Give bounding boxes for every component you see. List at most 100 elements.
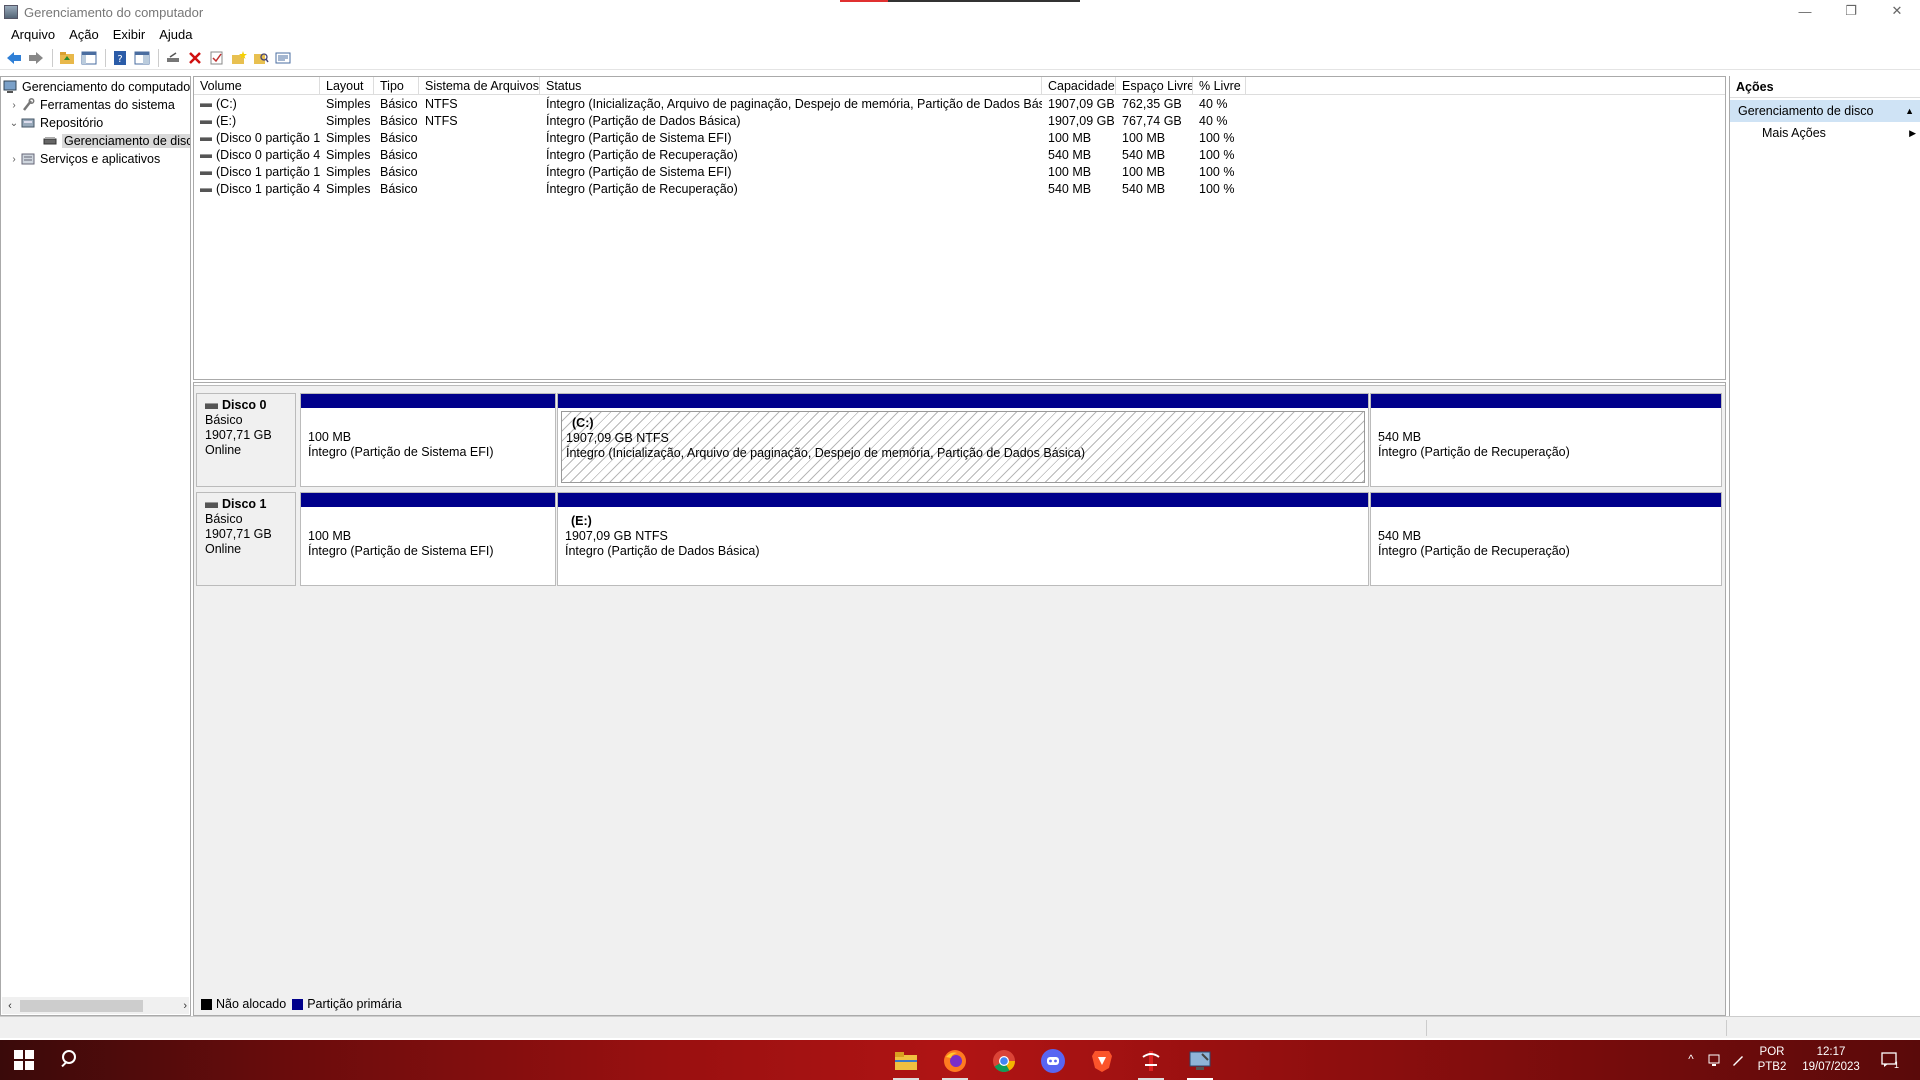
- file-explorer-icon[interactable]: [891, 1046, 921, 1080]
- tree-item-gerenciamento-disco[interactable]: Gerenciamento de disco: [43, 132, 190, 150]
- table-row[interactable]: (Disco 0 partição 4) Simples Básico Ínte…: [194, 147, 1725, 164]
- column-header-tipo[interactable]: Tipo: [374, 77, 419, 95]
- column-header-capacidade[interactable]: Capacidade: [1042, 77, 1116, 95]
- menu-ajuda[interactable]: Ajuda: [152, 27, 199, 42]
- chevron-right-icon: ▶: [1909, 128, 1916, 138]
- disk-icon: [205, 402, 218, 409]
- disk-name: Disco 0: [222, 398, 267, 412]
- disk-icon: [205, 501, 218, 508]
- cell-tipo: Básico: [380, 131, 418, 145]
- disk-info[interactable]: Disco 1 Básico 1907,71 GB Online: [196, 492, 296, 586]
- connect-drive-icon[interactable]: [163, 48, 183, 68]
- clock[interactable]: 12:17 19/07/2023: [1794, 1040, 1868, 1080]
- scroll-left-icon[interactable]: ‹: [2, 1000, 18, 1012]
- windows-start-icon[interactable]: [14, 1050, 34, 1070]
- collapse-up-icon[interactable]: ▲: [1905, 100, 1914, 122]
- tree-item-ferramentas[interactable]: › Ferramentas do sistema: [7, 96, 174, 114]
- more-actions-item[interactable]: Mais Ações ▶: [1730, 122, 1920, 144]
- column-header-percent-livre[interactable]: % Livre: [1193, 77, 1246, 95]
- partition-bar: [301, 493, 555, 507]
- chevron-up-icon[interactable]: ^: [1680, 1040, 1702, 1080]
- table-row[interactable]: (Disco 1 partição 1) Simples Básico Ínte…: [194, 164, 1725, 181]
- partition-recovery[interactable]: 540 MB Íntegro (Partição de Recuperação): [1370, 492, 1722, 586]
- scroll-right-icon[interactable]: ›: [183, 1000, 187, 1012]
- partition-efi[interactable]: 100 MB Íntegro (Partição de Sistema EFI): [300, 393, 556, 487]
- tree-horizontal-scrollbar[interactable]: ‹ ›: [2, 997, 189, 1014]
- column-header-sistema-arquivos[interactable]: Sistema de Arquivos: [419, 77, 540, 95]
- column-header-espaco-livre[interactable]: Espaço Livre: [1116, 77, 1193, 95]
- language-indicator[interactable]: POR PTB2: [1752, 1040, 1792, 1080]
- menu-acao[interactable]: Ação: [62, 27, 106, 42]
- chrome-icon[interactable]: [989, 1046, 1019, 1076]
- partition-c[interactable]: (C:) 1907,09 GB NTFS Íntegro (Inicializa…: [557, 393, 1369, 487]
- restore-button[interactable]: ❐: [1828, 0, 1874, 22]
- table-row[interactable]: (E:) Simples Básico NTFS Íntegro (Partiç…: [194, 113, 1725, 130]
- legend-swatch-primary: [292, 998, 304, 1010]
- delete-icon[interactable]: [185, 48, 205, 68]
- cell-espaco-livre: 767,74 GB: [1122, 114, 1182, 128]
- menu-arquivo[interactable]: Arquivo: [4, 27, 62, 42]
- help-icon[interactable]: ?: [110, 48, 130, 68]
- computer-management-icon: [4, 5, 18, 19]
- table-row[interactable]: (C:) Simples Básico NTFS Íntegro (Inicia…: [194, 96, 1725, 113]
- chevron-down-icon[interactable]: ⌄: [7, 118, 21, 129]
- new-folder-icon[interactable]: [229, 48, 249, 68]
- partition-status: Íntegro (Partição de Sistema EFI): [308, 445, 494, 459]
- network-icon[interactable]: [1702, 1040, 1726, 1080]
- close-button[interactable]: ✕: [1874, 0, 1920, 22]
- toolbar: ?: [0, 46, 1920, 70]
- table-row[interactable]: (Disco 0 partição 1) Simples Básico Ínte…: [194, 130, 1725, 147]
- partition-efi[interactable]: 100 MB Íntegro (Partição de Sistema EFI): [300, 492, 556, 586]
- cell-volume: (Disco 1 partição 1): [194, 164, 320, 181]
- partition-bar: [558, 493, 1368, 507]
- list-view-icon[interactable]: [273, 48, 293, 68]
- back-icon[interactable]: [4, 48, 24, 68]
- disk-info[interactable]: Disco 0 Básico 1907,71 GB Online: [196, 393, 296, 487]
- partition-e[interactable]: (E:) 1907,09 GB NTFS Íntegro (Partição d…: [557, 492, 1369, 586]
- minimize-button[interactable]: —: [1782, 0, 1828, 22]
- check-properties-icon[interactable]: [207, 48, 227, 68]
- pen-icon[interactable]: [1726, 1040, 1750, 1080]
- firefox-icon[interactable]: [940, 1046, 970, 1080]
- partition-recovery[interactable]: 540 MB Íntegro (Partição de Recuperação): [1370, 393, 1722, 487]
- actions-section-label: Gerenciamento de disco: [1738, 104, 1874, 118]
- partition-status: Íntegro (Partição de Recuperação): [1378, 544, 1570, 558]
- forward-icon[interactable]: [26, 48, 46, 68]
- tree-item-repositorio[interactable]: ⌄ Repositório: [7, 114, 103, 132]
- cell-volume: (E:): [194, 113, 320, 130]
- legend-unallocated: Não alocado: [216, 997, 287, 1011]
- volume-list-header: Volume Layout Tipo Sistema de Arquivos S…: [194, 77, 1725, 95]
- splitter[interactable]: [194, 383, 1725, 386]
- chevron-right-icon[interactable]: ›: [7, 100, 21, 111]
- brave-icon[interactable]: [1087, 1046, 1117, 1076]
- system-tray: ^ POR PTB2 12:17 19/07/2023 1: [1680, 1040, 1920, 1080]
- title-bar: Gerenciamento do computador — ❐ ✕: [0, 0, 1920, 24]
- partition-size: 1907,09 GB NTFS: [566, 431, 669, 445]
- cell-tipo: Básico: [380, 182, 418, 196]
- search-icon[interactable]: [60, 1050, 80, 1070]
- disk-row-1: Disco 1 Básico 1907,71 GB Online 100 MB …: [196, 492, 1722, 586]
- properties-pane-icon[interactable]: [132, 48, 152, 68]
- cell-espaco-livre: 540 MB: [1122, 148, 1166, 162]
- cell-status: Íntegro (Partição de Recuperação): [546, 148, 738, 162]
- notifications-icon[interactable]: 1: [1876, 1040, 1904, 1080]
- menu-exibir[interactable]: Exibir: [106, 27, 153, 42]
- actions-section-disk-management[interactable]: Gerenciamento de disco ▲: [1730, 100, 1920, 122]
- cell-layout: Simples: [326, 114, 371, 128]
- up-folder-icon[interactable]: [57, 48, 77, 68]
- scrollbar-thumb[interactable]: [20, 999, 143, 1012]
- computer-management-icon[interactable]: [1185, 1046, 1215, 1080]
- cell-status: Íntegro (Partição de Sistema EFI): [546, 131, 732, 145]
- column-header-volume[interactable]: Volume: [194, 77, 320, 95]
- app-icon[interactable]: [1136, 1046, 1166, 1080]
- tree-item-root[interactable]: Gerenciamento do computador (Local): [3, 78, 190, 96]
- search-folder-icon[interactable]: [251, 48, 271, 68]
- chevron-right-icon[interactable]: ›: [7, 154, 21, 165]
- table-row[interactable]: (Disco 1 partição 4) Simples Básico Ínte…: [194, 181, 1725, 198]
- show-hide-tree-icon[interactable]: [79, 48, 99, 68]
- computer-management-icon: [3, 80, 17, 94]
- column-header-layout[interactable]: Layout: [320, 77, 374, 95]
- tree-item-servicos[interactable]: › Serviços e aplicativos: [7, 150, 160, 168]
- discord-icon[interactable]: [1038, 1046, 1068, 1076]
- column-header-status[interactable]: Status: [540, 77, 1042, 95]
